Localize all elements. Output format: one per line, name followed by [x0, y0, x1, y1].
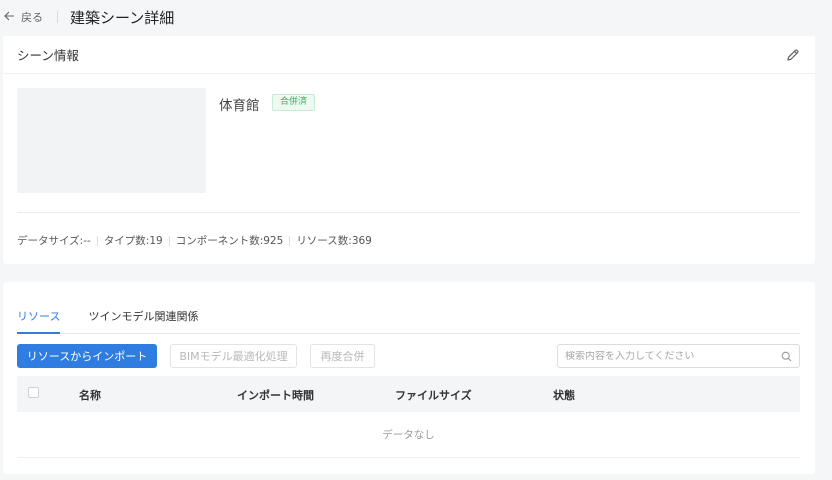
search-icon[interactable] — [780, 350, 792, 362]
page-header: 戻る 建築シーン詳細 — [0, 0, 832, 34]
stat-data-size: データサイズ:-- — [17, 235, 91, 247]
select-all-checkbox[interactable] — [28, 387, 39, 398]
stat-component-count: コンポーネント数:925 — [175, 235, 284, 247]
scene-name: 体育館 — [219, 98, 260, 114]
scene-info-header: シーン情報 — [3, 36, 815, 74]
resource-card: リソース ツインモデル関連関係 リソースからインポート BIMモデル最適化処理 … — [3, 282, 815, 474]
bim-optimize-button[interactable]: BIMモデル最適化処理 — [170, 344, 297, 368]
remerge-button[interactable]: 再度合併 — [310, 344, 375, 368]
column-name: 名称 — [79, 389, 101, 402]
stat-separator — [96, 235, 98, 246]
scene-info-card: シーン情報 体育館 合併済 データサイズ:-- タイプ数:19 コンポーネント数… — [3, 36, 815, 264]
header-divider — [57, 11, 58, 23]
info-divider — [17, 212, 800, 213]
column-status: 状態 — [553, 389, 575, 402]
status-badge: 合併済 — [272, 94, 316, 111]
page-title: 建築シーン詳細 — [70, 8, 175, 27]
resource-tabs: リソース ツインモデル関連関係 — [17, 300, 800, 334]
import-from-resource-button[interactable]: リソースからインポート — [17, 344, 157, 368]
tab-resources[interactable]: リソース — [17, 300, 61, 334]
stat-resource-count: リソース数:369 — [296, 235, 372, 247]
scene-thumbnail — [17, 88, 206, 193]
edit-icon[interactable] — [785, 47, 801, 63]
column-file-size: ファイルサイズ — [395, 389, 472, 402]
search-box — [557, 344, 800, 368]
back-button[interactable]: 戻る — [4, 9, 43, 25]
back-label: 戻る — [21, 11, 43, 24]
empty-state: データなし — [17, 412, 800, 458]
column-import-time: インポート時間 — [237, 389, 314, 402]
stat-separator — [168, 235, 170, 246]
table-header: 名称 インポート時間 ファイルサイズ 状態 — [17, 376, 800, 412]
tab-twin-model-relations[interactable]: ツインモデル関連関係 — [88, 300, 198, 333]
stat-separator — [289, 235, 291, 246]
scene-info-title: シーン情報 — [17, 48, 79, 63]
stat-type-count: タイプ数:19 — [103, 235, 163, 247]
arrow-left-icon — [4, 11, 15, 23]
scene-stats: データサイズ:-- タイプ数:19 コンポーネント数:925 リソース数:369 — [17, 233, 372, 248]
search-input[interactable] — [565, 350, 780, 362]
